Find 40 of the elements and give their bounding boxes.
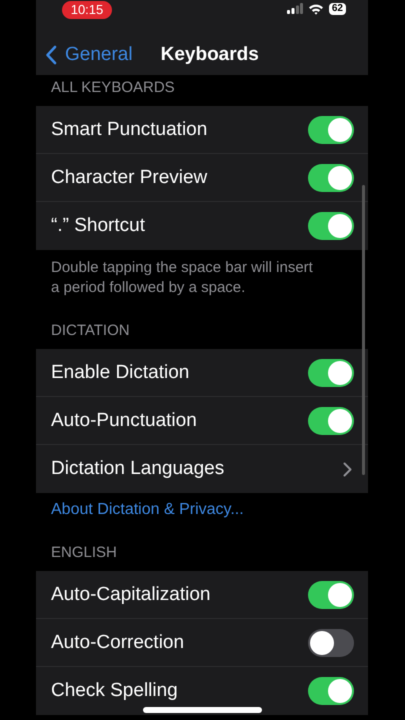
toggle-switch[interactable] xyxy=(308,406,354,434)
section-header: ALL KEYBOARDS xyxy=(50,78,176,98)
privacy-link[interactable]: About Dictation & Privacy... xyxy=(51,501,244,518)
toggle-switch[interactable] xyxy=(308,358,354,386)
toggle-switch[interactable] xyxy=(308,628,354,656)
settings-row[interactable]: Auto-Capitalization xyxy=(36,571,368,619)
row-label: Check Spelling xyxy=(51,680,178,702)
page-title: Keyboards xyxy=(160,44,259,66)
chevron-right-icon xyxy=(343,462,352,476)
wifi-icon xyxy=(308,2,324,14)
toggle-switch[interactable] xyxy=(308,580,354,608)
time-pill: 10:15 xyxy=(62,0,112,18)
back-label[interactable]: General xyxy=(65,44,133,66)
row-label: Auto-Punctuation xyxy=(51,410,197,432)
settings-row[interactable]: Enable Dictation xyxy=(36,349,368,397)
chevron-left-icon xyxy=(45,45,57,65)
settings-row[interactable]: Dictation Languages xyxy=(36,445,368,493)
row-label: Auto-Capitalization xyxy=(51,584,210,606)
section-header: DICTATION xyxy=(50,321,131,341)
settings-row[interactable]: Auto-Punctuation xyxy=(36,397,368,445)
toggle-switch[interactable] xyxy=(308,116,354,144)
row-label: Smart Punctuation xyxy=(51,118,208,140)
settings-row[interactable]: Character Preview xyxy=(36,154,368,202)
signal-icon xyxy=(286,3,303,14)
settings-row[interactable]: Check Spelling xyxy=(36,667,368,715)
row-label: Dictation Languages xyxy=(51,458,224,480)
row-label: “.” Shortcut xyxy=(51,215,145,237)
toggle-switch[interactable] xyxy=(308,212,354,240)
battery-level: 62 xyxy=(328,2,346,14)
row-label: Auto-Correction xyxy=(51,632,184,654)
toggle-switch[interactable] xyxy=(308,677,354,705)
section-footer: Double tapping the space bar will insert a period followed by a space. xyxy=(36,250,368,298)
row-label: Enable Dictation xyxy=(51,362,190,384)
back-button[interactable]: General xyxy=(36,44,133,66)
settings-row[interactable]: Auto-Correction xyxy=(36,619,368,667)
settings-row[interactable]: Smart Punctuation xyxy=(36,106,368,154)
section-header: ENGLISH xyxy=(50,543,118,563)
row-label: Character Preview xyxy=(51,166,208,188)
toggle-switch[interactable] xyxy=(308,164,354,192)
settings-row[interactable]: “.” Shortcut xyxy=(36,202,368,250)
